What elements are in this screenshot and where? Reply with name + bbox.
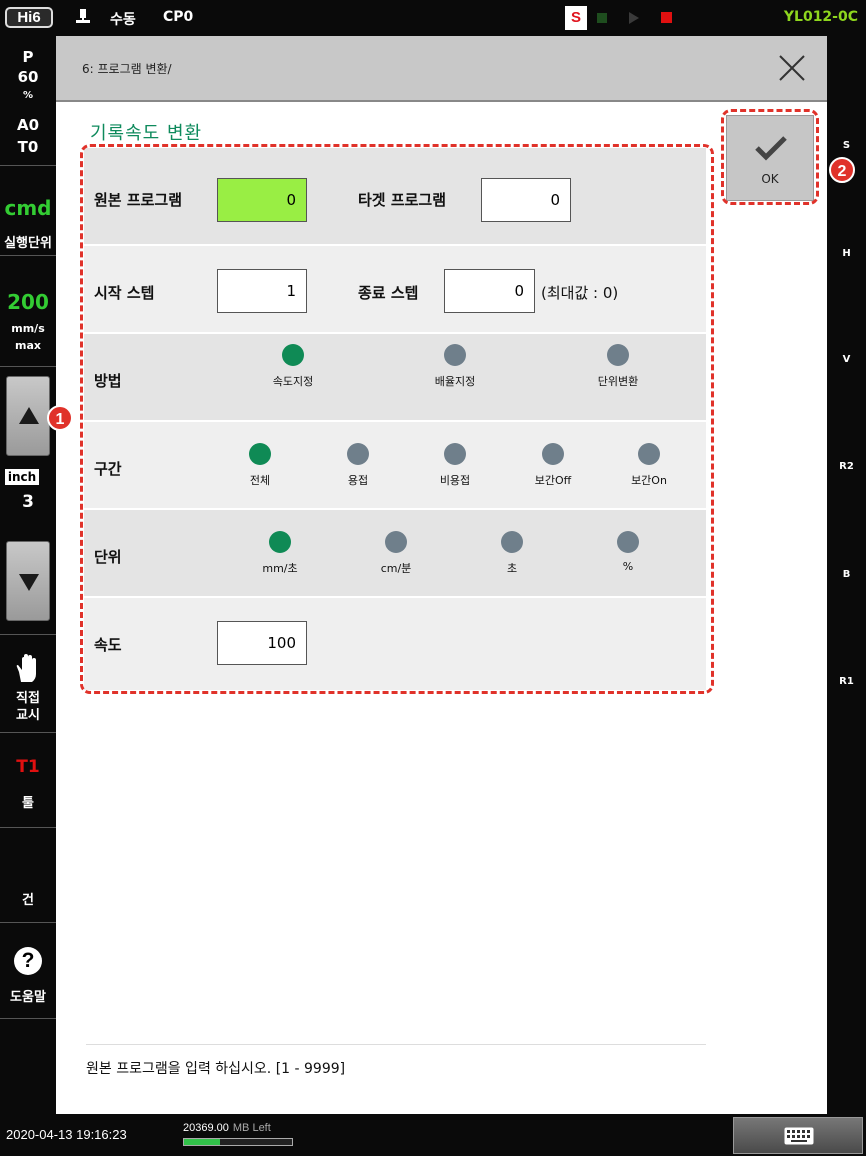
memory-info: 20369.00 MB Left [183, 1122, 271, 1134]
right-item-v[interactable]: V [827, 354, 866, 365]
play-icon [629, 12, 639, 24]
dialog-body: 기록속도 변환 원본 프로그램 0 타겟 프로그램 0 시작 스텝 1 종료 스… [56, 103, 827, 1114]
memory-value: 20369.00 [183, 1122, 229, 1134]
hand-icon[interactable] [14, 654, 42, 684]
inch-value: 3 [22, 492, 34, 512]
dialog-title: 기록속도 변환 [90, 123, 203, 144]
help-icon[interactable]: ? [14, 947, 42, 975]
right-item-r2[interactable]: R2 [827, 461, 866, 472]
robot-id: YL012-0C [783, 9, 858, 25]
right-item-h[interactable]: H [827, 248, 866, 259]
arrow-up-icon [19, 407, 39, 424]
speed-mode: max [15, 339, 41, 352]
right-side-panel: S H V R2 B R1 [827, 36, 866, 1114]
stop-icon [661, 12, 672, 23]
left-side-panel: P 60 % A0 T0 cmd 실행단위 200 mm/s max inch … [0, 36, 56, 1114]
cmd-sub-label: 실행단위 [4, 236, 52, 251]
breadcrumb: 6: 프로그램 변환/ [82, 62, 172, 76]
help-label: 도움말 [10, 990, 46, 1005]
speed-override-value: 60 [17, 68, 39, 86]
speed-unit: mm/s [11, 322, 45, 335]
right-item-b[interactable]: B [827, 569, 866, 580]
motor-status-icon [597, 13, 607, 23]
t-value: T0 [17, 138, 39, 156]
right-item-s[interactable]: S [827, 140, 866, 151]
system-logo: Hi6 [5, 7, 53, 28]
keyboard-button[interactable] [733, 1117, 863, 1154]
callout-frame-form [80, 144, 714, 694]
input-hint: 원본 프로그램을 입력 하십시오. [1 - 9999] [86, 1061, 346, 1077]
top-status-bar: Hi6 수동 CP0 S YL012-0C [0, 0, 866, 36]
callout-frame-ok [721, 109, 819, 205]
close-icon[interactable] [777, 53, 807, 83]
memory-unit: MB Left [232, 1122, 271, 1134]
gun-button[interactable]: 건 [0, 889, 56, 908]
arrow-down-icon [19, 574, 39, 591]
tool-button[interactable]: T1 [0, 757, 56, 777]
memory-progress-bar [183, 1138, 293, 1146]
a-value: A0 [16, 116, 40, 134]
speed-value: 200 [7, 290, 49, 314]
callout-badge-2: 2 [829, 157, 855, 183]
inch-label: inch [5, 469, 39, 485]
divider [86, 1044, 706, 1045]
direct-teach-label-2: 교시 [16, 708, 40, 723]
right-item-r1[interactable]: R1 [827, 676, 866, 687]
manual-mode-icon [76, 9, 90, 23]
cmd-button[interactable]: cmd [0, 196, 56, 220]
speed-override-unit: % [22, 90, 34, 101]
current-program: CP0 [163, 9, 194, 25]
datetime: 2020-04-13 19:16:23 [6, 1127, 127, 1142]
s-status-badge[interactable]: S [565, 6, 587, 30]
bottom-status-bar: 2020-04-13 19:16:23 20369.00 MB Left [0, 1114, 866, 1156]
memory-progress-fill [184, 1139, 220, 1145]
inch-down-button[interactable] [6, 541, 50, 621]
speed-override-label: P [22, 48, 34, 66]
keyboard-icon [784, 1127, 814, 1145]
dialog-header: 6: 프로그램 변환/ [56, 36, 827, 102]
callout-badge-1: 1 [47, 405, 73, 431]
operation-mode: 수동 [110, 12, 136, 28]
tool-sub-label: 툴 [22, 796, 34, 811]
inch-up-button[interactable] [6, 376, 50, 456]
